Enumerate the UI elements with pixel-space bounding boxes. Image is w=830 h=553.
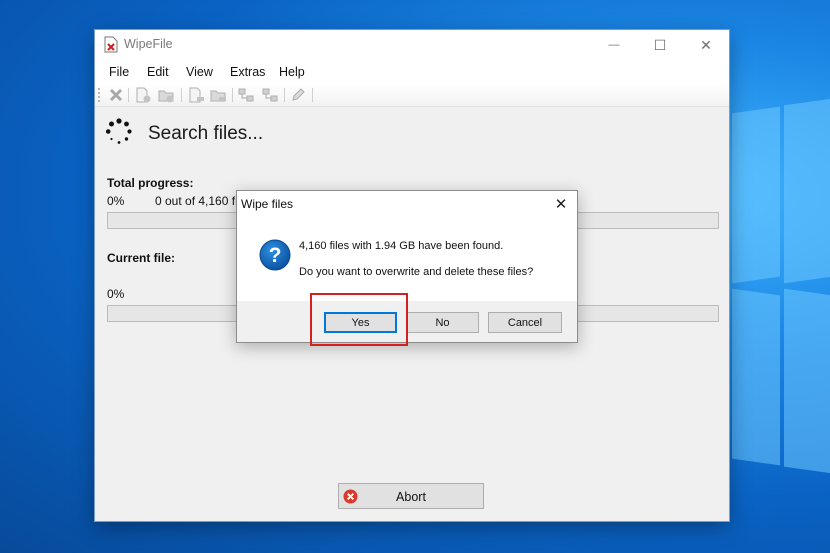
dialog-close-button[interactable]: ✕ bbox=[545, 191, 577, 217]
add-file-icon[interactable] bbox=[135, 87, 151, 103]
no-button[interactable]: No bbox=[406, 312, 479, 333]
svg-text:?: ? bbox=[269, 244, 282, 267]
toolbar-separator bbox=[312, 88, 313, 102]
windows-logo bbox=[712, 92, 830, 512]
dialog-message-question: Do you want to overwrite and delete thes… bbox=[299, 266, 534, 278]
toolbar-separator bbox=[128, 88, 129, 102]
minimize-button[interactable]: — bbox=[591, 30, 637, 60]
abort-label: Abort bbox=[396, 490, 426, 504]
menu-edit[interactable]: Edit bbox=[147, 65, 169, 79]
title-bar: WipeFile — ☐ ✕ bbox=[95, 30, 729, 60]
wipefile-app-icon bbox=[104, 36, 118, 53]
delete-icon[interactable] bbox=[108, 87, 124, 103]
close-icon: ✕ bbox=[700, 36, 712, 53]
total-progress-percent: 0% bbox=[107, 194, 125, 208]
remove-file-icon[interactable] bbox=[188, 87, 204, 103]
total-progress-detail: 0 out of 4,160 fi bbox=[155, 194, 238, 208]
toolbar-separator bbox=[232, 88, 233, 102]
maximize-button[interactable]: ☐ bbox=[637, 30, 683, 60]
menu-extras[interactable]: Extras bbox=[230, 65, 265, 79]
dialog-message-found: 4,160 files with 1.94 GB have been found… bbox=[299, 240, 504, 252]
toolbar-separator bbox=[181, 88, 182, 102]
question-icon: ? bbox=[259, 239, 291, 271]
maximize-icon: ☐ bbox=[653, 36, 667, 53]
add-folder-icon[interactable] bbox=[158, 87, 174, 103]
dialog-title: Wipe files bbox=[241, 197, 294, 211]
cancel-button-label: Cancel bbox=[507, 316, 543, 329]
toolbar-grip[interactable] bbox=[98, 88, 100, 102]
menu-view[interactable]: View bbox=[186, 65, 213, 79]
cancel-button[interactable]: Cancel bbox=[488, 312, 562, 333]
menu-help[interactable]: Help bbox=[279, 65, 305, 79]
minimize-icon: — bbox=[608, 39, 620, 51]
toolbar-separator bbox=[284, 88, 285, 102]
move-tree-icon[interactable] bbox=[262, 87, 278, 103]
toolbar bbox=[95, 84, 729, 107]
window-title: WipeFile bbox=[124, 37, 173, 51]
yes-button-highlight bbox=[310, 293, 408, 346]
edit-icon[interactable] bbox=[290, 87, 306, 103]
total-progress-label: Total progress: bbox=[107, 176, 194, 190]
loading-spinner-icon bbox=[105, 118, 132, 144]
close-button[interactable]: ✕ bbox=[683, 30, 729, 60]
status-heading: Search files... bbox=[148, 123, 264, 144]
remove-folder-icon[interactable] bbox=[210, 87, 226, 103]
current-file-percent: 0% bbox=[107, 287, 125, 301]
abort-button[interactable]: Abort bbox=[338, 483, 484, 509]
current-file-label: Current file: bbox=[107, 251, 176, 265]
copy-tree-icon[interactable] bbox=[238, 87, 254, 103]
no-button-label: No bbox=[435, 316, 450, 329]
close-icon: ✕ bbox=[554, 196, 568, 213]
menu-bar: File Edit View Extras Help bbox=[95, 60, 729, 84]
menu-file[interactable]: File bbox=[109, 65, 129, 79]
